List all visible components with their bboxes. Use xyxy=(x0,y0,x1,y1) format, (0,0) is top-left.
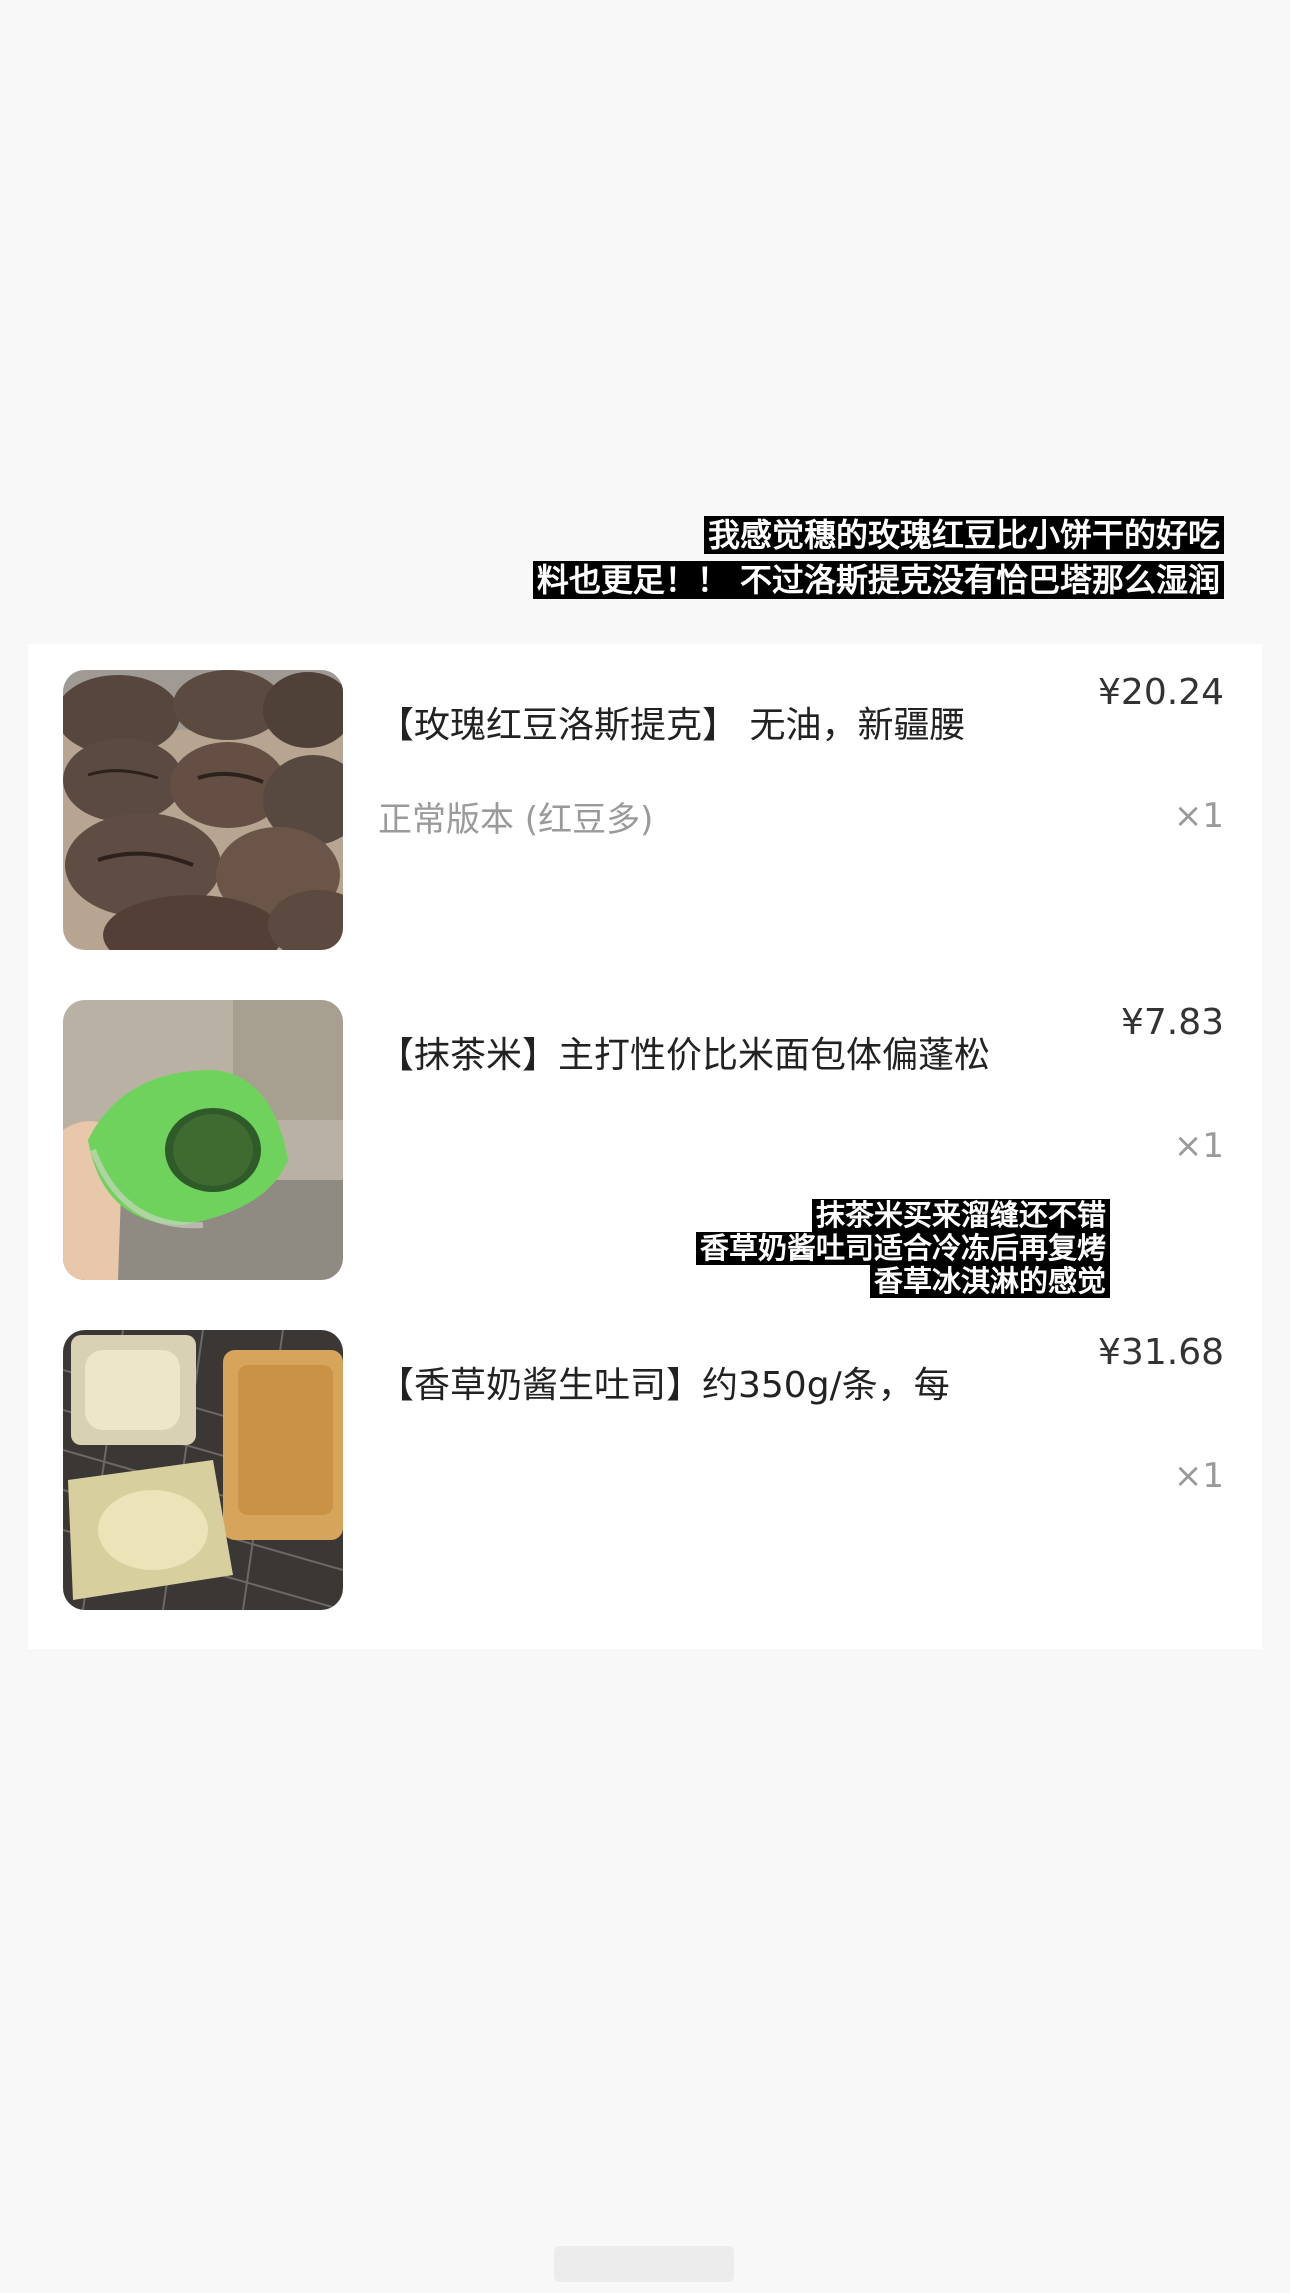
order-item[interactable]: 【玫瑰红豆洛斯提克】 无油，新疆腰 正常版本 (红豆多) ¥20.24 ×1 xyxy=(28,644,1262,950)
caption-line: 我感觉穗的玫瑰红豆比小饼干的好吃 xyxy=(703,516,1224,554)
item-quantity: ×1 xyxy=(1173,1126,1224,1166)
caption-line: 料也更足！！ 不过洛斯提克没有恰巴塔那么湿润 xyxy=(532,561,1224,599)
item-quantity: ×1 xyxy=(1173,796,1224,836)
top-caption: 我感觉穗的玫瑰红豆比小饼干的好吃 料也更足！！ 不过洛斯提克没有恰巴塔那么湿润 xyxy=(532,516,1224,606)
item-variant: 正常版本 (红豆多) xyxy=(378,800,654,840)
caption-line: 香草奶酱吐司适合冷冻后再复烤 xyxy=(695,1232,1110,1265)
item-price: ¥31.68 xyxy=(1098,1332,1224,1373)
item-title: 【香草奶酱生吐司】约350g/条，每 xyxy=(378,1365,950,1406)
product-image-matcha-rice-bread[interactable] xyxy=(63,1000,343,1280)
item-price: ¥7.83 xyxy=(1120,1002,1224,1043)
caption-line: 抹茶米买来溜缝还不错 xyxy=(811,1199,1110,1232)
item-title: 【玫瑰红豆洛斯提克】 无油，新疆腰 xyxy=(378,705,966,746)
item-title: 【抹茶米】主打性价比米面包体偏蓬松 xyxy=(378,1035,991,1076)
watermark xyxy=(554,2246,734,2282)
mid-caption: 抹茶米买来溜缝还不错 香草奶酱吐司适合冷冻后再复烤 香草冰淇淋的感觉 xyxy=(695,1199,1110,1298)
item-price: ¥20.24 xyxy=(1098,672,1224,713)
product-image-rose-red-bean-rustic[interactable] xyxy=(63,670,343,950)
order-items-card: 【玫瑰红豆洛斯提克】 无油，新疆腰 正常版本 (红豆多) ¥20.24 ×1 【… xyxy=(28,644,1262,1649)
product-image-vanilla-milk-toast[interactable] xyxy=(63,1330,343,1610)
caption-line: 香草冰淇淋的感觉 xyxy=(869,1265,1110,1298)
item-quantity: ×1 xyxy=(1173,1456,1224,1496)
order-item[interactable]: 【香草奶酱生吐司】约350g/条，每 ¥31.68 ×1 xyxy=(28,1304,1262,1610)
